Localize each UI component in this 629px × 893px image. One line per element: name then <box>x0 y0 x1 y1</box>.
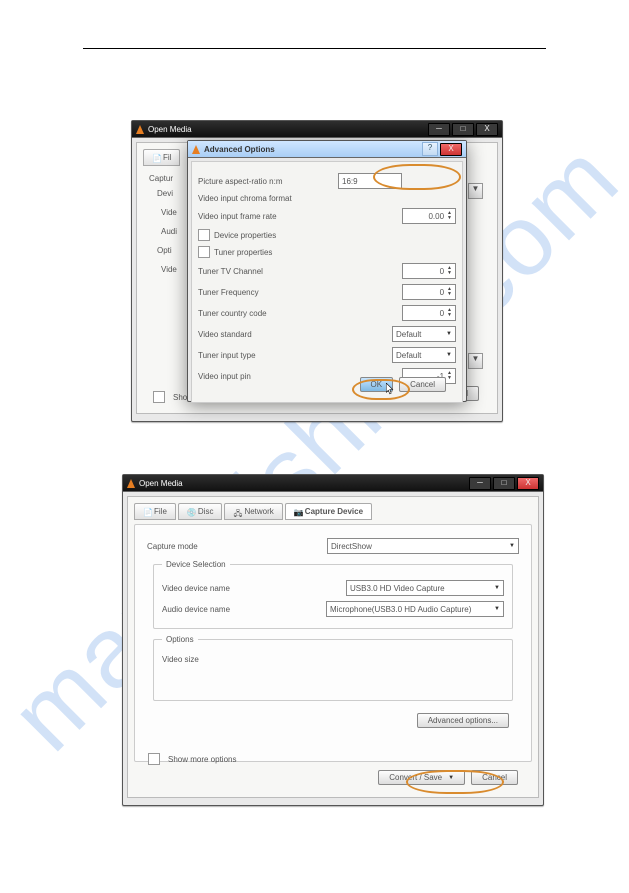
titlebar-advanced-options[interactable]: Advanced Options ? X <box>188 141 466 158</box>
device-properties-label: Device properties <box>214 231 276 240</box>
video-device-dropdown[interactable]: USB3.0 HD Video Capture▼ <box>346 580 504 596</box>
advanced-options-dialog: Advanced Options ? X Picture aspect-rati… <box>187 140 467 402</box>
vlc-cone-icon <box>192 145 200 154</box>
minimize-button[interactable]: ─ <box>428 123 450 136</box>
framerate-spinner[interactable]: 0.00▲▼ <box>402 208 456 224</box>
video-input-pin-label: Video input pin <box>198 372 338 381</box>
aspect-ratio-input[interactable]: 16:9 <box>338 173 402 189</box>
chroma-format-label: Video input chroma format <box>198 194 338 203</box>
video-standard-dropdown[interactable]: Default▼ <box>392 326 456 342</box>
vlc-cone-icon <box>127 479 135 488</box>
show-more-label: Show more options <box>168 755 236 764</box>
disc-icon: 💿 <box>187 508 195 516</box>
hidden-dropdown-arrow-2[interactable]: ▼ <box>468 353 483 369</box>
header-rule <box>83 48 546 49</box>
ok-button[interactable]: OK <box>360 377 394 392</box>
maximize-button[interactable]: □ <box>452 123 474 136</box>
tab-file[interactable]: 📄File <box>134 503 176 520</box>
tuner-country-spinner[interactable]: 0▲▼ <box>402 305 456 321</box>
hidden-dropdown-arrow[interactable]: ▼ <box>468 183 483 199</box>
tuner-channel-spinner[interactable]: 0▲▼ <box>402 263 456 279</box>
tuner-input-type-dropdown[interactable]: Default▼ <box>392 347 456 363</box>
convert-save-button[interactable]: Convert / Save▼ <box>378 770 465 785</box>
tuner-properties-checkbox[interactable] <box>198 246 210 258</box>
network-icon: 🖧 <box>233 508 241 516</box>
advanced-options-title: Advanced Options <box>204 145 422 154</box>
open-media-title-top: Open Media <box>148 125 428 134</box>
vlc-cone-icon <box>136 125 144 134</box>
tab-disc[interactable]: 💿Disc <box>178 503 223 520</box>
show-more-checkbox[interactable] <box>148 753 160 765</box>
open-media-title-bottom: Open Media <box>139 479 469 488</box>
capture-mode-label: Capture mode <box>147 542 327 551</box>
capture-icon: 📷 <box>294 508 302 516</box>
open-media-window-bottom: Open Media ─ □ X 📄File 💿Disc 🖧Network 📷C… <box>122 474 544 806</box>
audio-device-dropdown[interactable]: Microphone(USB3.0 HD Audio Capture)▼ <box>326 601 504 617</box>
video-standard-label: Video standard <box>198 330 338 339</box>
titlebar-open-media-bottom[interactable]: Open Media ─ □ X <box>123 475 543 492</box>
minimize-button[interactable]: ─ <box>469 477 491 490</box>
capture-mode-dropdown[interactable]: DirectShow▼ <box>327 538 519 554</box>
device-selection-fieldset: Device Selection Video device name USB3.… <box>153 560 513 629</box>
show-more-checkbox-top[interactable] <box>153 391 165 403</box>
tab-network[interactable]: 🖧Network <box>224 503 282 520</box>
device-selection-legend: Device Selection <box>162 560 230 569</box>
tuner-country-label: Tuner country code <box>198 309 338 318</box>
video-device-label: Video device name <box>162 584 292 593</box>
video-size-label: Video size <box>162 655 322 664</box>
close-advanced-button[interactable]: X <box>440 143 462 156</box>
tuner-frequency-label: Tuner Frequency <box>198 288 338 297</box>
audio-device-label: Audio device name <box>162 605 292 614</box>
file-icon: 📄 <box>143 508 151 516</box>
file-icon: 📄 <box>152 154 160 162</box>
advanced-options-button[interactable]: Advanced options... <box>417 713 509 728</box>
close-button[interactable]: X <box>517 477 539 490</box>
maximize-button[interactable]: □ <box>493 477 515 490</box>
aspect-ratio-label: Picture aspect-ratio n:m <box>198 177 338 186</box>
options-legend: Options <box>162 635 198 644</box>
tab-capture-device[interactable]: 📷Capture Device <box>285 503 372 520</box>
cancel-button[interactable]: Cancel <box>471 770 518 785</box>
frame-rate-label: Video input frame rate <box>198 212 338 221</box>
tab-file-top[interactable]: 📄Fil <box>143 149 180 166</box>
options-fieldset: Options Video size <box>153 635 513 701</box>
tuner-channel-label: Tuner TV Channel <box>198 267 338 276</box>
tuner-properties-label: Tuner properties <box>214 248 272 257</box>
close-button[interactable]: X <box>476 123 498 136</box>
tuner-input-type-label: Tuner input type <box>198 351 338 360</box>
device-properties-checkbox[interactable] <box>198 229 210 241</box>
tuner-frequency-spinner[interactable]: 0▲▼ <box>402 284 456 300</box>
help-button[interactable]: ? <box>422 142 438 156</box>
cancel-advanced-button[interactable]: Cancel <box>399 377 446 392</box>
titlebar-open-media-top[interactable]: Open Media ─ □ X <box>132 121 502 138</box>
